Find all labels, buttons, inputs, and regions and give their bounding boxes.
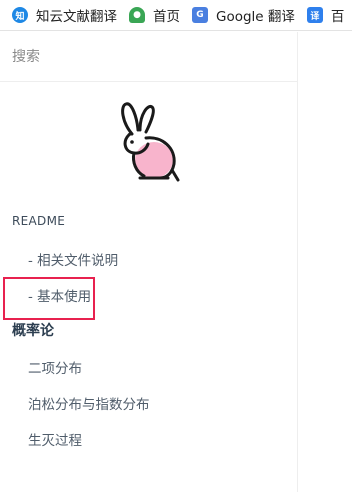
main-content	[299, 32, 352, 492]
bookmark-zhiyun[interactable]: 知 知云文献翻译	[0, 0, 117, 30]
bookmark-label: 首页	[153, 9, 180, 25]
nav-item-probability-theory[interactable]: 概率论	[12, 320, 54, 340]
rabbit-logo-icon	[121, 102, 180, 182]
bookmark-label: 知云文献翻译	[36, 9, 117, 25]
google-translate-icon: G	[192, 7, 208, 23]
sidebar: README - 相关文件说明 - 基本使用 概率论 二项分布 泊松分布与指数分…	[0, 32, 298, 492]
bookmark-home[interactable]: ● 首页	[117, 0, 180, 30]
section-title[interactable]: README	[12, 214, 65, 228]
nav-item-birth-death-process[interactable]: 生灭过程	[28, 429, 82, 449]
bookmark-translate[interactable]: 译 百	[295, 0, 345, 30]
zhiyun-icon: 知	[12, 7, 28, 23]
nav-item-binomial-distribution[interactable]: 二项分布	[28, 357, 82, 377]
home-icon: ●	[129, 7, 145, 23]
bookmark-google-translate[interactable]: G Google 翻译	[180, 0, 295, 30]
bookmarks-bar: 知 知云文献翻译 ● 首页 G Google 翻译 译 百	[0, 0, 352, 31]
search-input[interactable]	[12, 44, 282, 70]
bookmark-label: 百	[330, 9, 345, 25]
search-box	[0, 32, 297, 82]
nav-item-related-files[interactable]: - 相关文件说明	[28, 249, 118, 269]
translate-icon: 译	[306, 7, 323, 23]
bookmark-label: Google 翻译	[216, 9, 295, 25]
nav-item-poisson-exponential[interactable]: 泊松分布与指数分布	[28, 393, 150, 413]
highlight-box	[3, 277, 95, 320]
